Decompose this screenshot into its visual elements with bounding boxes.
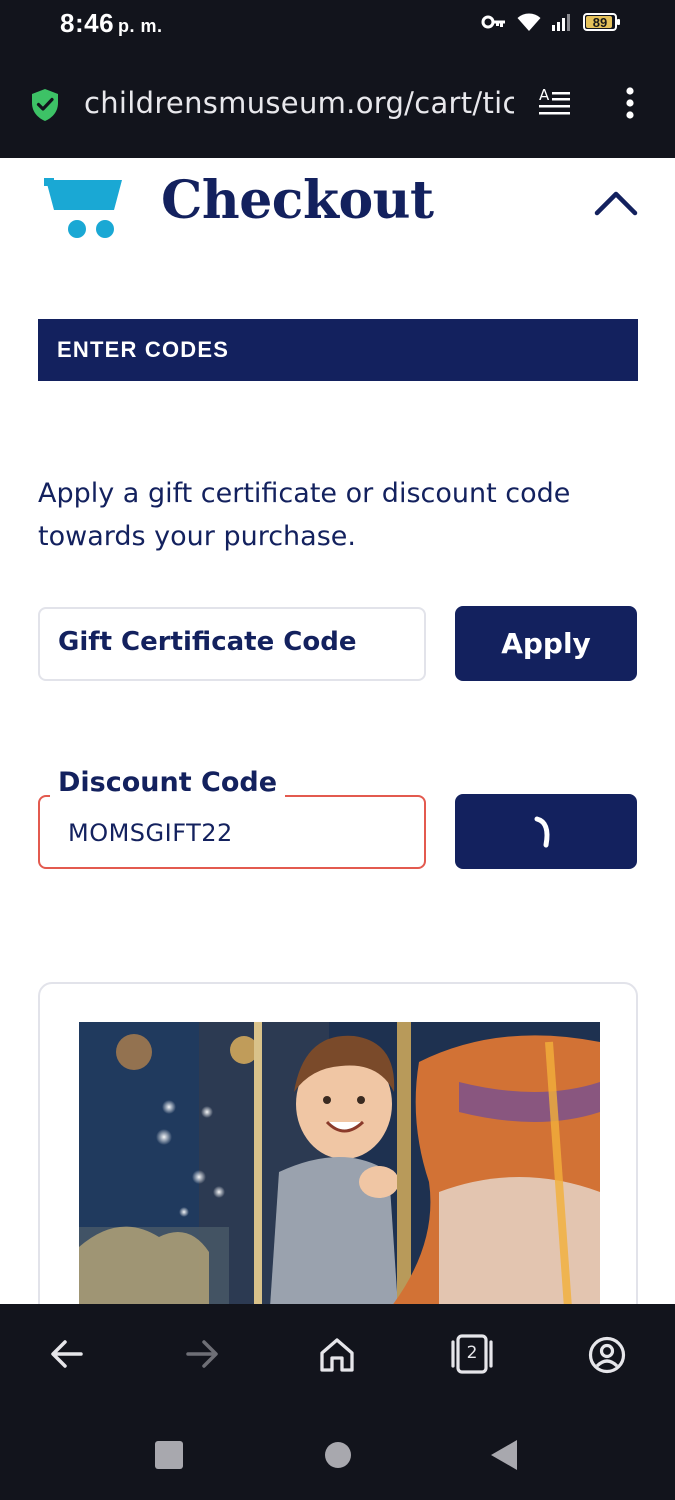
account-icon[interactable] [588, 1336, 626, 1374]
section-header: ENTER CODES [38, 319, 638, 381]
shield-check-icon[interactable] [30, 88, 60, 122]
tabs-button[interactable]: 2 [450, 1334, 494, 1374]
battery-icon: 89 [583, 13, 620, 31]
intro-text: Apply a gift certificate or discount cod… [38, 478, 571, 552]
url-field[interactable]: childrensmuseum.org/cart/tic [84, 86, 514, 120]
browser-bottom-bar: 2 [0, 1304, 675, 1409]
forward-arrow-icon[interactable] [184, 1336, 220, 1372]
discount-code-field: MOMSGIFT22 Discount Code [38, 767, 426, 869]
back-arrow-icon[interactable] [49, 1336, 85, 1372]
status-time-value: 8:46 [60, 8, 115, 38]
browser-url-bar: childrensmuseum.org/cart/tic A [0, 56, 675, 158]
recents-square-icon[interactable] [155, 1441, 183, 1469]
cart-icon [44, 178, 122, 238]
signal-icon [552, 14, 570, 31]
more-vert-icon[interactable] [622, 86, 638, 120]
system-nav-bar [0, 1409, 675, 1500]
photo-illustration [79, 1022, 600, 1304]
discount-code-label: Discount Code [50, 767, 286, 798]
wifi-icon [517, 13, 541, 31]
svg-text:A: A [539, 86, 550, 104]
gift-certificate-placeholder: Gift Certificate Code [58, 627, 357, 657]
chevron-up-icon[interactable] [594, 188, 638, 218]
child-carousel-photo [79, 1022, 600, 1304]
page-content: Checkout ENTER CODES Apply a gift certif… [0, 158, 675, 1304]
vpn-key-icon [481, 15, 505, 29]
page-title: Checkout [161, 170, 434, 231]
discount-code-input[interactable]: MOMSGIFT22 [38, 795, 426, 869]
ticket-card [38, 982, 638, 1304]
section-title: ENTER CODES [57, 337, 230, 362]
apply-button[interactable]: Apply [455, 606, 637, 681]
status-time: 8:46 p. m. [60, 8, 163, 39]
status-bar: 8:46 p. m. 89 [0, 0, 675, 56]
home-icon[interactable] [318, 1336, 356, 1374]
back-triangle-icon[interactable] [490, 1439, 518, 1471]
loading-spinner-icon [534, 816, 550, 847]
status-time-suffix: p. m. [118, 16, 163, 36]
tab-count: 2 [466, 1343, 478, 1363]
apply-discount-button[interactable] [455, 794, 637, 869]
reader-mode-icon[interactable]: A [538, 86, 572, 120]
battery-level: 89 [592, 14, 608, 30]
apply-button-label: Apply [501, 627, 591, 660]
status-icons: 89 [481, 12, 620, 32]
discount-code-value: MOMSGIFT22 [68, 819, 233, 847]
home-circle-icon[interactable] [324, 1441, 352, 1469]
gift-certificate-input[interactable]: Gift Certificate Code [38, 607, 426, 681]
